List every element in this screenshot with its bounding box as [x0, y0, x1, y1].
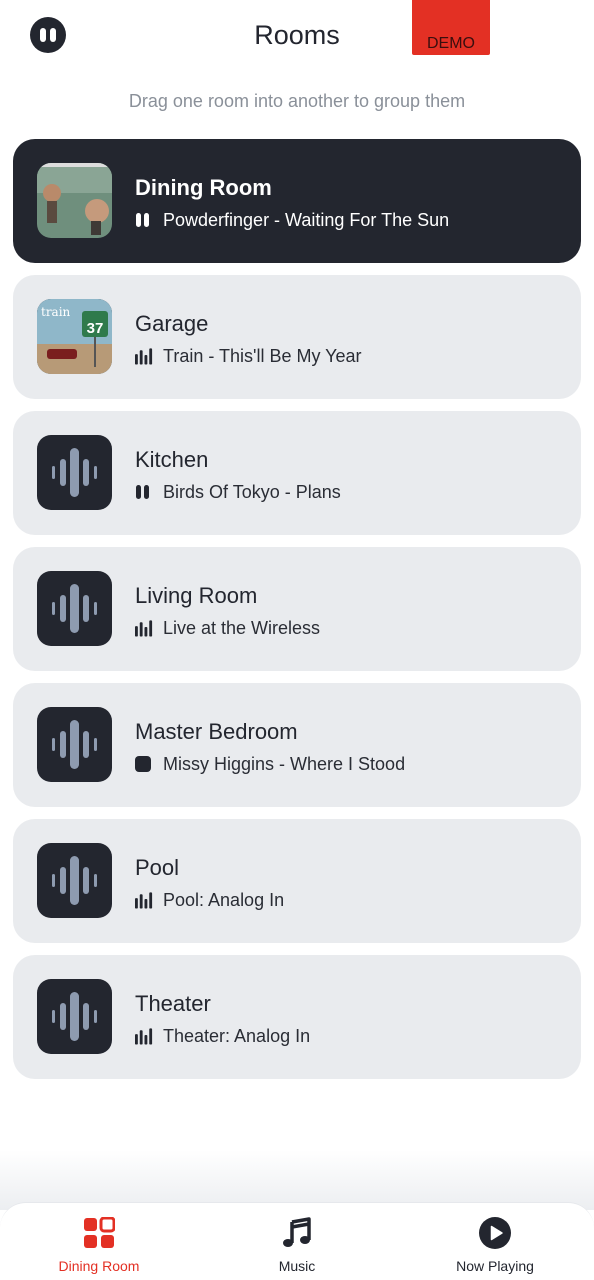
header: Rooms DEMO [0, 0, 594, 78]
speaker-icon [37, 571, 112, 646]
track-label: Missy Higgins - Where I Stood [163, 753, 406, 774]
play-circle-icon [479, 1217, 511, 1249]
room-card-pool[interactable]: Pool Pool: Analog In [13, 819, 581, 943]
rooms-grid-icon [84, 1217, 115, 1248]
bottom-nav: Dining Room Music Now Playing [0, 1202, 594, 1280]
room-card-theater[interactable]: Theater Theater: Analog In [13, 955, 581, 1079]
track-label: Live at the Wireless [163, 617, 321, 638]
track-label: Birds Of Tokyo - Plans [163, 481, 341, 502]
room-name: Master Bedroom [135, 719, 298, 744]
room-name: Kitchen [135, 447, 209, 472]
room-card-master-bedroom[interactable]: Master Bedroom Missy Higgins - Where I S… [13, 683, 581, 807]
track-label: Powderfinger - Waiting For The Sun [163, 209, 450, 230]
stop-icon [135, 755, 154, 773]
room-name: Garage [135, 311, 209, 336]
group-hint: Drag one room into another to group them [128, 91, 466, 111]
speaker-icon [37, 979, 112, 1054]
svg-text:train: train [41, 305, 71, 319]
room-card-kitchen[interactable]: Kitchen Birds Of Tokyo - Plans [13, 411, 581, 535]
nav-label: Dining Room [58, 1258, 140, 1274]
speaker-icon [37, 707, 112, 782]
nav-label: Now Playing [456, 1258, 534, 1274]
nav-item-music[interactable]: Music [198, 1203, 396, 1280]
room-card-dining-room[interactable]: Dining Room Powderfinger - Waiting For T… [13, 139, 581, 263]
page-title: Rooms [254, 20, 340, 50]
album-art: 37 train [37, 299, 112, 374]
pause-icon [135, 483, 154, 501]
equalizer-icon [135, 619, 154, 637]
nav-label: Music [278, 1258, 316, 1274]
track-label: Pool: Analog In [163, 889, 285, 910]
room-name: Dining Room [135, 175, 272, 200]
now-playing: Live at the Wireless [135, 617, 320, 639]
now-playing: Birds Of Tokyo - Plans [135, 481, 341, 503]
room-name: Theater [135, 991, 211, 1016]
track-label: Train - This'll Be My Year [163, 345, 362, 366]
now-playing: Theater: Analog In [135, 1025, 310, 1047]
room-list: Dining Room Powderfinger - Waiting For T… [13, 139, 581, 1091]
svg-text:37: 37 [87, 320, 104, 337]
room-card-living-room[interactable]: Living Room Live at the Wireless [13, 547, 581, 671]
room-name: Living Room [135, 583, 258, 608]
now-playing: Missy Higgins - Where I Stood [135, 753, 405, 775]
speaker-icon [37, 843, 112, 918]
bottom-fade [0, 1150, 594, 1210]
nav-item-now-playing[interactable]: Now Playing [396, 1203, 594, 1280]
equalizer-icon [135, 1027, 154, 1045]
demo-badge: DEMO [412, 0, 490, 55]
room-name: Pool [135, 855, 180, 880]
now-playing: Powderfinger - Waiting For The Sun [135, 209, 449, 231]
room-card-garage[interactable]: 37 train Garage Train - This'll Be My Ye… [13, 275, 581, 399]
equalizer-icon [135, 891, 154, 909]
now-playing: Pool: Analog In [135, 889, 284, 911]
nav-item-rooms[interactable]: Dining Room [0, 1203, 198, 1280]
now-playing: Train - This'll Be My Year [135, 345, 362, 367]
track-label: Theater: Analog In [163, 1025, 311, 1046]
equalizer-icon [135, 347, 154, 365]
album-art [37, 163, 112, 238]
music-note-icon [283, 1217, 311, 1247]
pause-icon [135, 211, 154, 229]
speaker-icon [37, 435, 112, 510]
